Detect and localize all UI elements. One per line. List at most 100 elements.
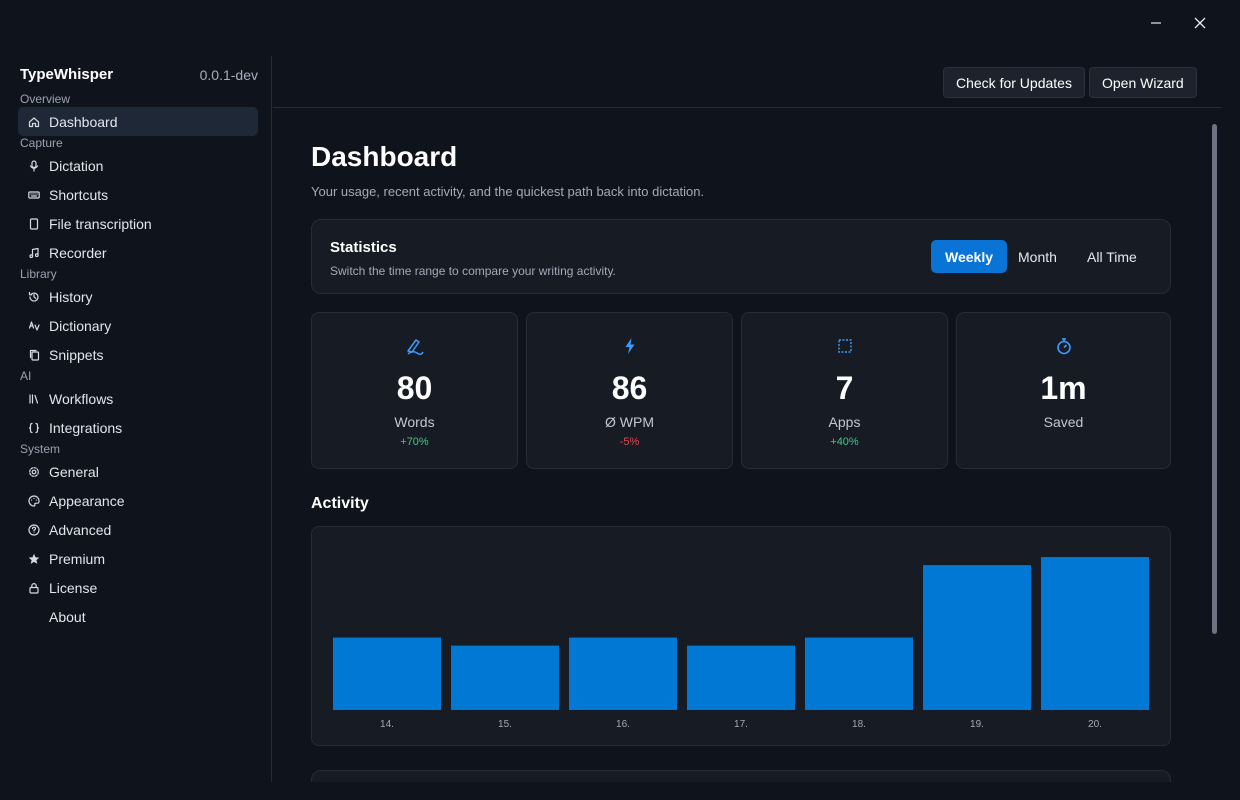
- gear-icon: [28, 466, 40, 478]
- sidebar: TypeWhisper 0.0.1-dev Overview Dashboard C…: [0, 56, 272, 782]
- chart-bar[interactable]: [687, 645, 795, 710]
- sidebar-item-snippets[interactable]: Snippets: [18, 340, 258, 369]
- window-close-button[interactable]: [1178, 8, 1222, 38]
- palette-icon: [28, 494, 40, 507]
- sidebar-item-workflows[interactable]: Workflows: [18, 384, 258, 413]
- chart-bar[interactable]: [451, 645, 559, 710]
- history-icon: [28, 291, 40, 303]
- sidebar-item-shortcuts[interactable]: Shortcuts: [18, 180, 258, 209]
- braces-icon: [28, 422, 40, 434]
- stat-delta: +70%: [400, 436, 429, 448]
- sidebar-item-label: Dictation: [49, 157, 104, 174]
- sidebar-section-label: System: [20, 442, 61, 456]
- sidebar-item-appearance[interactable]: Appearance: [18, 486, 258, 515]
- sidebar-item-label: Dictionary: [49, 317, 112, 334]
- lightning-icon: [625, 338, 634, 354]
- stat-delta: +40%: [830, 436, 859, 448]
- copy-icon: [28, 349, 40, 361]
- stat-card-apps: 7 Apps +40%: [741, 312, 948, 469]
- sidebar-item-label: Appearance: [49, 492, 125, 509]
- microphone-icon: [28, 159, 40, 172]
- help-circle-icon: [28, 523, 40, 536]
- sidebar-item-label: Premium: [49, 550, 106, 567]
- stopwatch-icon: [1056, 338, 1071, 355]
- sidebar-section-label: Library: [20, 267, 57, 281]
- stat-delta: -5%: [619, 436, 640, 448]
- sidebar-item-label: History: [49, 288, 93, 305]
- chart-bar[interactable]: [923, 565, 1031, 710]
- chart-tick-label: 16.: [616, 719, 630, 730]
- sidebar-item-advanced[interactable]: Advanced: [18, 515, 258, 544]
- main-scrollbar[interactable]: [1212, 124, 1217, 634]
- stat-card-words: 80 Words +70%: [311, 312, 518, 469]
- next-section-panel: [311, 770, 1171, 782]
- close-icon: [1194, 17, 1206, 29]
- sidebar-item-history[interactable]: History: [18, 282, 258, 311]
- sidebar-item-dictionary[interactable]: Dictionary: [18, 311, 258, 340]
- sidebar-item-label: Snippets: [49, 346, 104, 363]
- stat-label: Apps: [828, 414, 861, 430]
- stat-value: 7: [835, 370, 854, 406]
- sidebar-item-dashboard[interactable]: Dashboard: [18, 107, 258, 136]
- music-note-icon: [28, 247, 40, 259]
- sidebar-item-about[interactable]: About: [18, 602, 258, 631]
- sidebar-item-recorder[interactable]: Recorder: [18, 238, 258, 267]
- activity-chart-panel: 14. 15. 16. 17. 18. 19. 20.: [311, 526, 1171, 746]
- info-icon: [28, 611, 40, 623]
- chart-bar[interactable]: [805, 637, 913, 710]
- statistics-panel: Statistics Switch the time range to comp…: [311, 219, 1171, 294]
- stat-card-saved: 1m Saved: [956, 312, 1171, 469]
- stat-value: 1m: [1040, 370, 1087, 406]
- handwriting-icon: [406, 339, 424, 356]
- chart-bar[interactable]: [569, 637, 677, 710]
- chart-bar[interactable]: [333, 637, 441, 710]
- sidebar-item-general[interactable]: General: [18, 457, 258, 486]
- app-window-icon: [837, 339, 852, 353]
- activity-bar-chart: 14. 15. 16. 17. 18. 19. 20.: [333, 557, 1149, 730]
- sidebar-item-license[interactable]: License: [18, 573, 258, 602]
- sidebar-item-dictation[interactable]: Dictation: [18, 151, 258, 180]
- chart-tick-label: 18.: [852, 719, 866, 730]
- check-for-updates-button[interactable]: Check for Updates: [943, 67, 1085, 98]
- sidebar-item-label: Shortcuts: [49, 186, 109, 203]
- sidebar-section-label: Capture: [20, 136, 63, 150]
- sidebar-item-label: License: [49, 579, 98, 596]
- stat-value: 86: [611, 370, 648, 406]
- sidebar-item-premium[interactable]: Premium: [18, 544, 258, 573]
- file-icon: [28, 217, 40, 230]
- star-icon: [28, 553, 40, 565]
- sidebar-item-label: File transcription: [49, 215, 152, 232]
- sidebar-item-label: General: [49, 463, 99, 480]
- sidebar-section-label: AI: [20, 369, 32, 383]
- sidebar-item-label: Integrations: [49, 419, 123, 436]
- page-title: Dashboard: [311, 141, 458, 172]
- chart-bar[interactable]: [1041, 557, 1149, 710]
- open-wizard-button[interactable]: Open Wizard: [1089, 67, 1197, 98]
- header-toolbar: Check for Updates Open Wizard: [273, 56, 1222, 108]
- app-version: 0.0.1-dev: [199, 66, 258, 83]
- sidebar-item-label: About: [49, 608, 86, 625]
- library-icon: [28, 393, 40, 405]
- statistics-title: Statistics: [330, 239, 397, 256]
- stat-label: Saved: [1043, 414, 1084, 430]
- sidebar-nav: Overview Dashboard Capture Dictation Shortcu…: [18, 92, 258, 631]
- app-name: TypeWhisper: [20, 66, 114, 83]
- sidebar-item-integrations[interactable]: Integrations: [18, 413, 258, 442]
- range-weekly-button[interactable]: Weekly: [931, 240, 1007, 273]
- sidebar-item-file-transcription[interactable]: File transcription: [18, 209, 258, 238]
- keyboard-icon: [28, 189, 40, 201]
- chart-tick-label: 17.: [734, 719, 748, 730]
- activity-title: Activity: [311, 495, 369, 512]
- sidebar-section-label: Overview: [20, 92, 71, 106]
- range-all-time-button[interactable]: All Time: [1073, 240, 1151, 273]
- lock-icon: [28, 582, 40, 594]
- window-minimize-button[interactable]: [1134, 8, 1178, 38]
- range-month-button[interactable]: Month: [1004, 240, 1071, 273]
- dictionary-icon: [28, 320, 40, 332]
- sidebar-item-label: Dashboard: [49, 113, 118, 130]
- chart-tick-label: 20.: [1088, 719, 1102, 730]
- chart-tick-label: 14.: [380, 719, 394, 730]
- home-icon: [28, 116, 40, 128]
- brand: TypeWhisper 0.0.1-dev: [20, 66, 258, 83]
- sidebar-item-label: Workflows: [49, 390, 114, 407]
